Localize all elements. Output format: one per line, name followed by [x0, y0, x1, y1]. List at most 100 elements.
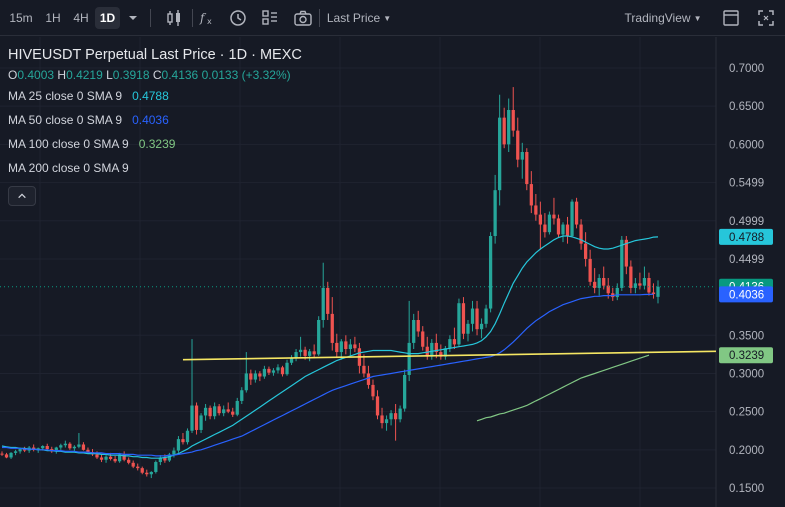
- layout-dropdown[interactable]: TradingView ▼: [620, 7, 706, 29]
- candle-body: [647, 278, 651, 293]
- candle-body: [330, 313, 334, 343]
- ohlc-close-key: C: [152, 68, 162, 82]
- candle-body: [63, 443, 67, 446]
- chevron-up-icon[interactable]: [8, 186, 36, 206]
- camera-icon[interactable]: [293, 8, 313, 28]
- candle-body: [642, 278, 647, 286]
- candle-body: [488, 236, 493, 309]
- candle-body: [344, 341, 348, 350]
- ma-value: 0.3239: [138, 137, 176, 151]
- candle-body: [199, 415, 203, 430]
- y-tick-label: 0.6000: [729, 139, 764, 151]
- candle-body: [403, 374, 407, 409]
- candle-body: [633, 283, 638, 288]
- symbol-title[interactable]: HIVEUSDT Perpetual Last Price · 1D · MEX…: [8, 45, 708, 65]
- candle-body: [45, 446, 49, 450]
- candle-body: [217, 406, 221, 414]
- interval-1h[interactable]: 1H: [40, 7, 66, 29]
- candle-body: [380, 415, 384, 424]
- caret-down-icon[interactable]: [123, 8, 143, 28]
- candle-body: [326, 287, 330, 314]
- candle-body: [529, 184, 533, 206]
- y-tick-label: 0.5499: [729, 178, 764, 190]
- candle-body: [493, 190, 497, 236]
- caret-down-icon: ▼: [383, 14, 392, 23]
- candle-body: [615, 287, 619, 298]
- ohlc-high-value: 0.4219: [66, 68, 103, 82]
- candle-body: [303, 349, 307, 356]
- ma50-legend[interactable]: MA 50 close 0 SMA 9 0.4036: [8, 108, 708, 132]
- candle-body: [68, 443, 72, 449]
- candle-body: [276, 367, 280, 371]
- candle-body: [253, 373, 257, 380]
- candle-body: [176, 439, 181, 451]
- candle-body: [271, 370, 276, 373]
- candle-body: [208, 407, 212, 417]
- alert-icon[interactable]: [228, 8, 248, 28]
- candlestick-icon[interactable]: [164, 8, 184, 28]
- candle-body: [149, 471, 153, 475]
- ohlc-high-key: H: [57, 68, 67, 82]
- candle-body: [466, 323, 470, 334]
- svg-text:x: x: [207, 17, 212, 26]
- candle-body: [366, 373, 371, 385]
- candle-body: [194, 405, 199, 430]
- candle-body: [231, 411, 235, 415]
- ohlc-low-key: L: [106, 68, 113, 82]
- interval-4h[interactable]: 4H: [68, 7, 94, 29]
- candle-body: [240, 390, 244, 401]
- price-source-dropdown[interactable]: Last Price ▼: [326, 7, 392, 29]
- candle-body: [172, 450, 176, 455]
- fullscreen-icon[interactable]: [756, 8, 776, 28]
- candle-body: [113, 458, 117, 462]
- candle-body: [534, 205, 538, 215]
- candle-body: [583, 243, 588, 259]
- candle-body: [185, 430, 190, 443]
- candle-body: [538, 214, 543, 225]
- candle-body: [574, 201, 579, 225]
- candle-body: [298, 349, 303, 353]
- indicators-icon[interactable]: fx: [198, 8, 218, 28]
- y-tick-label: 0.6500: [729, 101, 764, 113]
- candle-body: [457, 303, 461, 345]
- candle-body: [190, 405, 194, 431]
- candle-body: [59, 445, 63, 448]
- candle-body: [461, 303, 466, 334]
- candle-body: [4, 454, 9, 458]
- candle-body: [479, 323, 484, 330]
- window-icon[interactable]: [721, 8, 741, 28]
- layout-name-label: TradingView: [624, 11, 691, 25]
- candle-body: [13, 451, 18, 453]
- ma-value: 0.4036: [132, 113, 169, 127]
- y-tick-label: 0.4999: [729, 216, 764, 228]
- y-tick-label: 0.2000: [729, 445, 764, 457]
- y-tick-label: 0.2500: [729, 407, 764, 419]
- candle-body: [602, 278, 606, 286]
- interval-15m[interactable]: 15m: [5, 7, 37, 29]
- horizontal-trendline: [182, 350, 717, 361]
- price-label-text: 0.4036: [729, 289, 764, 301]
- candle-body: [362, 365, 366, 374]
- candle-body: [280, 367, 285, 375]
- candle-body: [656, 286, 660, 297]
- interval-1d[interactable]: 1D: [95, 7, 120, 29]
- candle-body: [136, 466, 140, 469]
- candle-body: [308, 351, 312, 356]
- candle-body: [222, 409, 226, 414]
- ma200-legend[interactable]: MA 200 close 0 SMA 9: [8, 156, 708, 180]
- candle-body: [145, 472, 149, 475]
- candle-body: [561, 224, 565, 235]
- ma-label: MA 100 close 0 SMA 9: [8, 137, 129, 151]
- candle-body: [452, 339, 457, 345]
- ma100-legend[interactable]: MA 100 close 0 SMA 9 0.3239: [8, 132, 708, 156]
- ma-line: [1, 235, 659, 459]
- templates-icon[interactable]: [260, 8, 280, 28]
- ma25-legend[interactable]: MA 25 close 0 SMA 9 0.4788: [8, 84, 708, 108]
- candle-body: [393, 413, 398, 420]
- candle-body: [638, 283, 642, 286]
- candle-body: [588, 258, 592, 282]
- ohlc-close-value: 0.4136: [161, 68, 199, 82]
- candle-body: [226, 409, 230, 412]
- ohlc-low-value: 0.3918: [112, 68, 150, 82]
- candle-body: [375, 396, 380, 416]
